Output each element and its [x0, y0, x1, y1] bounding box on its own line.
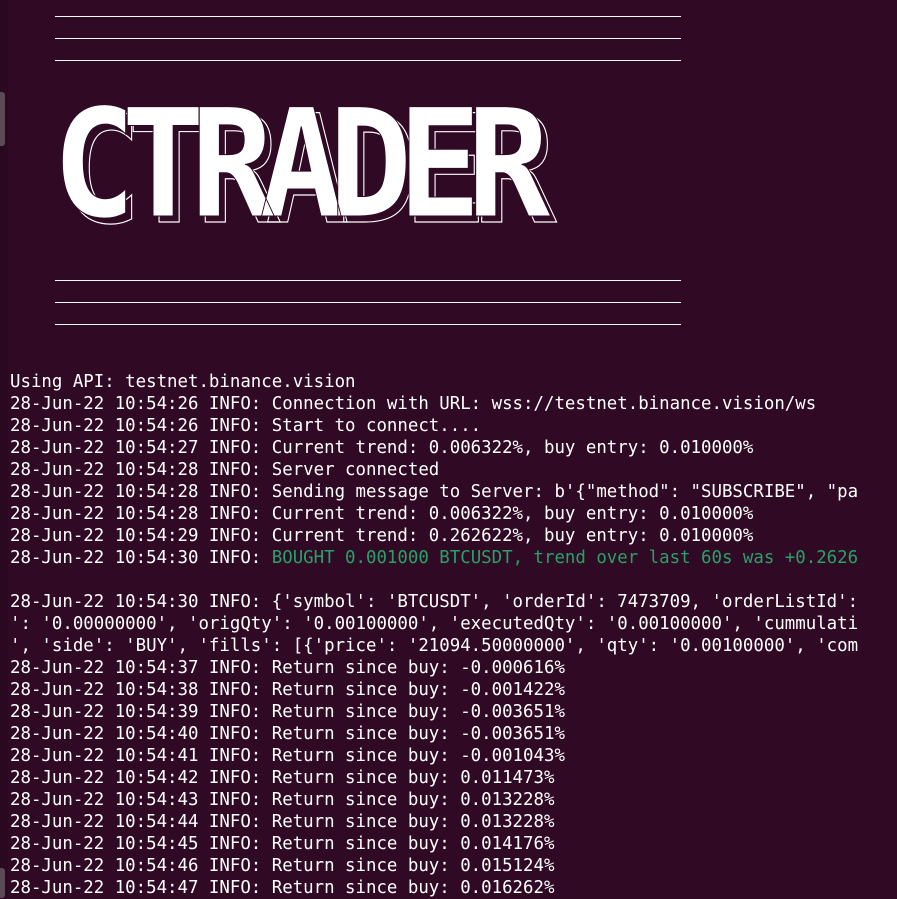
log-line: 28-Jun-22 10:54:27 INFO: Current trend: … — [10, 438, 754, 458]
terminal-log: Using API: testnet.binance.vision 28-Jun-… — [10, 371, 897, 899]
rule-line — [55, 38, 681, 39]
log-line: 28-Jun-22 10:54:45 INFO: Return since bu… — [10, 834, 555, 854]
log-line: 28-Jun-22 10:54:37 INFO: Return since bu… — [10, 658, 565, 678]
rule-line — [55, 16, 681, 17]
log-line: ': '0.00000000', 'origQty': '0.00100000'… — [10, 614, 859, 634]
log-line: 28-Jun-22 10:54:30 INFO: BOUGHT 0.001000… — [10, 547, 897, 569]
log-line-highlight: BOUGHT 0.001000 BTCUSDT, trend over last… — [271, 548, 859, 568]
dock-handle[interactable] — [0, 92, 5, 146]
log-line: 28-Jun-22 10:54:28 INFO: Current trend: … — [10, 504, 754, 524]
log-line: 28-Jun-22 10:54:44 INFO: Return since bu… — [10, 812, 555, 832]
log-line: 28-Jun-22 10:54:30 INFO: {'symbol': 'BTC… — [10, 592, 859, 612]
log-line: 28-Jun-22 10:54:40 INFO: Return since bu… — [10, 724, 565, 744]
dock-handle-bottom[interactable] — [0, 868, 5, 898]
banner-title: CTRADER — [52, 78, 552, 252]
rule-line — [55, 302, 681, 303]
log-line: 28-Jun-22 10:54:29 INFO: Current trend: … — [10, 526, 754, 546]
log-line: 28-Jun-22 10:54:47 INFO: Return since bu… — [10, 878, 555, 898]
log-line: ', 'side': 'BUY', 'fills': [{'price': '2… — [10, 636, 859, 656]
log-line: 28-Jun-22 10:54:46 INFO: Return since bu… — [10, 856, 555, 876]
log-line: 28-Jun-22 10:54:43 INFO: Return since bu… — [10, 790, 555, 810]
log-line: 28-Jun-22 10:54:28 INFO: Server connecte… — [10, 460, 440, 480]
log-line: Using API: testnet.binance.vision — [10, 372, 356, 392]
log-line-prefix: 28-Jun-22 10:54:30 INFO: — [10, 548, 272, 568]
ascii-banner: CTRADER CTRADER — [52, 78, 682, 252]
rule-line — [55, 324, 681, 325]
log-line: 28-Jun-22 10:54:26 INFO: Connection with… — [10, 394, 817, 414]
log-line: 28-Jun-22 10:54:41 INFO: Return since bu… — [10, 746, 565, 766]
log-line: 28-Jun-22 10:54:42 INFO: Return since bu… — [10, 768, 555, 788]
log-line: 28-Jun-22 10:54:38 INFO: Return since bu… — [10, 680, 565, 700]
rule-line — [55, 280, 681, 281]
log-line: 28-Jun-22 10:54:26 INFO: Start to connec… — [10, 416, 482, 436]
rule-line — [55, 60, 681, 61]
log-line: 28-Jun-22 10:54:39 INFO: Return since bu… — [10, 702, 565, 722]
log-line: 28-Jun-22 10:54:28 INFO: Sending message… — [10, 482, 859, 502]
